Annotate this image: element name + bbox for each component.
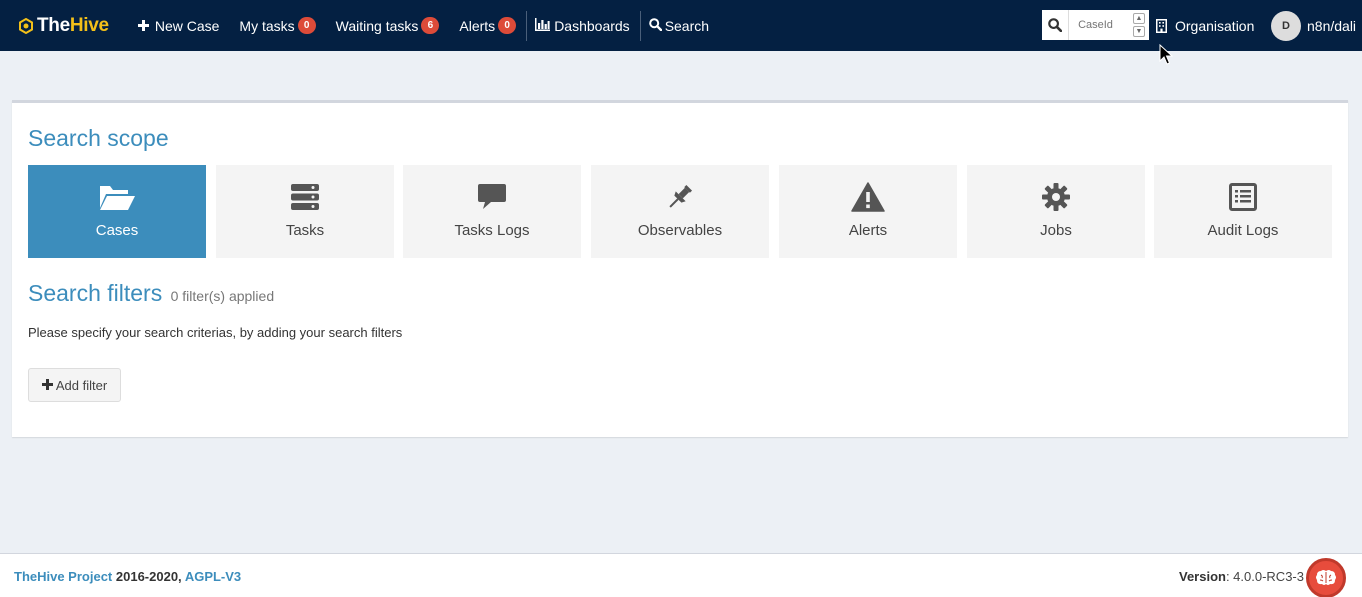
- my-tasks-link[interactable]: My tasks 0: [229, 0, 325, 51]
- version-value: : 4.0.0-RC3-3: [1225, 569, 1304, 584]
- search-filters-hint: Please specify your search criterias, by…: [28, 325, 403, 340]
- scope-tile-cases[interactable]: Cases: [28, 165, 206, 258]
- brand-logo[interactable]: The Hive: [18, 15, 109, 37]
- dashboards-link[interactable]: Dashboards: [527, 0, 640, 51]
- user-menu[interactable]: D n8n/dali: [1271, 0, 1356, 51]
- scope-tile-label: Tasks: [285, 222, 325, 239]
- alerts-link[interactable]: Alerts 0: [449, 0, 526, 51]
- page-footer: TheHive Project 2016-2020, AGPL-V3 Versi…: [0, 553, 1362, 597]
- alerts-count-badge: 0: [498, 17, 517, 34]
- new-case-label: New Case: [154, 17, 220, 34]
- chevron-down-icon[interactable]: ▼: [1133, 26, 1145, 37]
- dashboards-label: Dashboards: [554, 17, 630, 34]
- search-icon: [1048, 18, 1062, 32]
- building-icon: [1156, 18, 1167, 33]
- chevron-up-icon[interactable]: ▲: [1133, 13, 1145, 24]
- warning-icon: [851, 180, 885, 214]
- search-filters-title: Search filters 0 filter(s) applied: [28, 280, 274, 307]
- gear-icon: [1041, 180, 1071, 214]
- brain-assistant-button[interactable]: [1306, 558, 1346, 597]
- license-link[interactable]: AGPL-V3: [185, 569, 241, 584]
- waiting-tasks-label: Waiting tasks: [335, 17, 419, 34]
- project-link[interactable]: TheHive Project: [14, 569, 112, 584]
- scope-tile-observables[interactable]: Observables: [591, 165, 769, 258]
- plus-icon: [41, 377, 53, 394]
- brand-the: The: [37, 14, 70, 36]
- add-filter-button[interactable]: Add filter: [28, 368, 121, 402]
- plus-icon: [137, 18, 149, 34]
- add-filter-label: Add filter: [55, 377, 108, 393]
- footer-copyright: TheHive Project 2016-2020, AGPL-V3: [14, 569, 241, 584]
- waiting-tasks-count-badge: 6: [421, 17, 440, 34]
- scope-tile-alerts[interactable]: Alerts: [779, 165, 957, 258]
- caseid-stepper[interactable]: ▲ ▼: [1133, 13, 1145, 37]
- avatar: D: [1271, 10, 1301, 41]
- search-filters-heading: Search filters: [28, 280, 163, 306]
- my-tasks-label: My tasks: [239, 17, 295, 34]
- scope-tile-tasks-logs[interactable]: Tasks Logs: [403, 165, 581, 258]
- organisation-label: Organisation: [1175, 17, 1255, 34]
- hive-bee-icon: [19, 17, 33, 34]
- user-name: n8n/dali: [1307, 17, 1357, 34]
- bar-chart-icon: [535, 17, 551, 34]
- search-icon: [648, 17, 662, 34]
- brand-hive: Hive: [69, 14, 109, 36]
- search-link[interactable]: Search: [641, 0, 719, 51]
- my-tasks-count-badge: 0: [297, 17, 316, 34]
- brain-icon: [1316, 570, 1336, 585]
- mouse-cursor-icon: [1159, 44, 1173, 65]
- scope-tile-label: Audit Logs: [1207, 222, 1279, 239]
- folder-open-icon: [98, 180, 136, 214]
- new-case-button[interactable]: New Case: [128, 0, 230, 51]
- version-label: Version: [1178, 569, 1226, 584]
- filters-applied-count: 0 filter(s) applied: [170, 288, 275, 304]
- scope-tile-label: Alerts: [848, 222, 888, 239]
- scope-tile-label: Observables: [637, 222, 723, 239]
- caseid-search-button[interactable]: [1042, 10, 1069, 40]
- search-panel: Search scope Cases Tasks Tasks Logs Obse…: [12, 100, 1348, 437]
- list-alt-icon: [1229, 180, 1257, 214]
- alerts-label: Alerts: [459, 17, 496, 34]
- tasks-stack-icon: [290, 180, 320, 214]
- scope-tile-jobs[interactable]: Jobs: [967, 165, 1145, 258]
- search-label: Search: [664, 17, 710, 34]
- footer-version: Version: 4.0.0-RC3-3: [1179, 569, 1304, 584]
- caseid-input[interactable]: [1075, 19, 1131, 31]
- comment-icon: [477, 180, 507, 214]
- scope-tile-label: Jobs: [1040, 222, 1072, 239]
- scope-tile-audit-logs[interactable]: Audit Logs: [1154, 165, 1332, 258]
- footer-years: 2016-2020,: [115, 569, 182, 584]
- scope-tile-label: Tasks Logs: [454, 222, 530, 239]
- caseid-jump-box: ▲ ▼: [1042, 10, 1149, 40]
- pushpin-icon: [665, 180, 695, 214]
- scope-tile-tasks[interactable]: Tasks: [216, 165, 394, 258]
- waiting-tasks-link[interactable]: Waiting tasks 6: [326, 0, 450, 51]
- scope-tile-label: Cases: [95, 222, 139, 239]
- search-scope-title: Search scope: [28, 125, 169, 151]
